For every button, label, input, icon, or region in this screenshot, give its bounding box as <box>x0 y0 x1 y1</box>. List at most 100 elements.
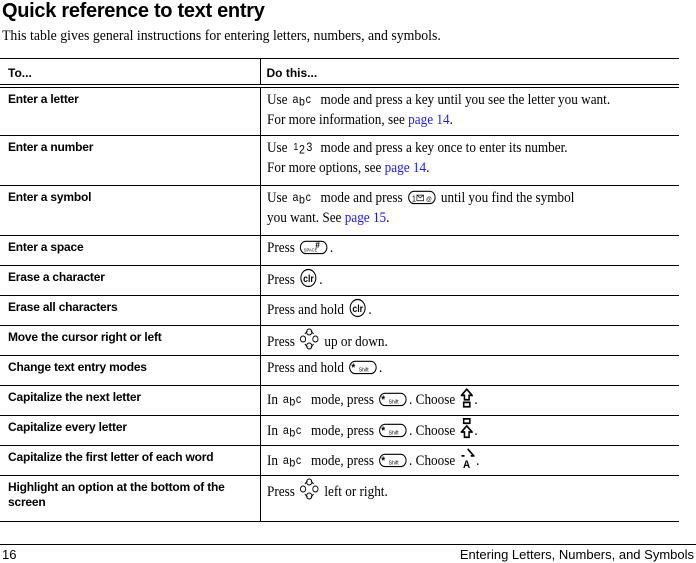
section-title: Entering Letters, Numbers, and Symbols <box>459 547 694 562</box>
punctuation: . <box>385 210 389 226</box>
123-mode-icon <box>292 140 315 156</box>
row-action: Capitalize every letter <box>0 415 260 446</box>
row-instruction: Use mode and press a key until you see t… <box>259 85 679 136</box>
quick-reference-table: To... Do this... Enter a letter Use mode… <box>0 58 679 522</box>
shift-key-icon <box>379 451 407 469</box>
shift-once-icon <box>460 388 472 408</box>
row-action: Enter a number <box>0 135 260 186</box>
space-key-icon <box>299 238 327 256</box>
instruction-text: Press <box>266 240 295 256</box>
punctuation: . <box>329 240 333 256</box>
nav-key-icon <box>299 478 318 500</box>
instruction-text: until you find the symbol <box>440 190 574 206</box>
table-row: Enter a symbol Use mode and press until … <box>0 185 679 236</box>
instruction-text: For more options, see <box>266 160 381 176</box>
abc-mode-icon <box>292 92 315 108</box>
page-14-link[interactable]: page 14 <box>408 112 449 128</box>
instruction-text: mode and press <box>320 190 403 206</box>
instruction-text: mode, press <box>310 453 374 469</box>
row-action: Move the cursor right or left <box>0 325 260 356</box>
row-action: Enter a letter <box>0 85 260 136</box>
row-action: Erase a character <box>0 265 260 296</box>
row-instruction: In mode, press . Choose . <box>259 445 679 476</box>
clr-key-icon <box>299 268 317 288</box>
row-instruction: In mode, press . Choose . <box>259 385 679 416</box>
nav-key-icon <box>299 328 318 350</box>
punctuation: . <box>475 453 479 469</box>
instruction-text: . Choose <box>408 423 455 439</box>
header-do: Do this... <box>259 58 679 88</box>
row-instruction: Use mode and press a key once to enter i… <box>259 135 679 186</box>
table-row: Change text entry modes Press and hold . <box>0 355 679 386</box>
table-row: Capitalize every letter In mode, press .… <box>0 415 679 446</box>
punctuation: . <box>473 423 478 439</box>
punctuation: . <box>449 111 453 128</box>
row-action: Capitalize the first letter of each word <box>0 445 260 476</box>
row-instruction: In mode, press . Choose . <box>259 415 679 446</box>
instruction-text: Press <box>266 334 295 350</box>
table-row: Erase a character Press . <box>0 265 679 296</box>
row-action: Change text entry modes <box>0 355 260 386</box>
row-action: Highlight an option at the bottom of the… <box>0 475 260 522</box>
page-number: 16 <box>2 547 17 562</box>
row-action: Capitalize the next letter <box>0 385 260 416</box>
row-instruction: Press . <box>259 235 679 266</box>
row-instruction: Press and hold . <box>259 295 679 326</box>
instruction-text: Use <box>266 190 288 206</box>
table-row: Erase all characters Press and hold . <box>0 295 679 326</box>
instruction-text: For more information, see <box>266 111 405 128</box>
caps-lock-icon <box>460 418 472 439</box>
punctuation: . <box>425 160 429 176</box>
shift-key-icon <box>349 358 377 376</box>
instruction-text: Press <box>266 272 295 288</box>
instruction-text: you want. See <box>266 210 341 226</box>
instruction-text: left or right. <box>323 484 388 500</box>
table-row: Highlight an option at the bottom of the… <box>0 475 679 522</box>
abc-mode-icon <box>283 453 306 469</box>
page-14-link[interactable]: page 14 <box>384 160 425 176</box>
punctuation: . <box>367 302 372 318</box>
table-row: Enter a letter Use mode and press a key … <box>0 85 679 136</box>
table-row: Move the cursor right or left Press up o… <box>0 325 679 356</box>
abc-mode-icon <box>283 392 306 408</box>
instruction-text: In <box>266 392 278 408</box>
punctuation: . <box>318 272 323 288</box>
instruction-text: Use <box>266 140 288 156</box>
shift-key-icon <box>379 390 407 408</box>
instruction-text: In <box>266 453 278 469</box>
abc-mode-icon <box>283 423 306 439</box>
instruction-text: . Choose <box>408 392 455 408</box>
row-instruction: Press . <box>259 265 679 296</box>
instruction-text: Press and hold <box>266 360 344 376</box>
table-row: Enter a number Use mode and press a key … <box>0 135 679 186</box>
clr-key-icon <box>349 298 367 318</box>
row-instruction: Use mode and press until you find the sy… <box>259 185 679 236</box>
instruction-text: up or down. <box>323 334 388 350</box>
instruction-text: mode, press <box>310 423 374 439</box>
shift-key-icon <box>379 421 407 439</box>
symbol-key-icon <box>407 188 435 206</box>
page-title: Quick reference to text entry <box>2 0 265 22</box>
table-row: Capitalize the next letter In mode, pres… <box>0 385 679 416</box>
row-action: Enter a symbol <box>0 185 260 236</box>
row-instruction: Press up or down. <box>259 325 679 356</box>
page-15-link[interactable]: page 15 <box>344 210 385 226</box>
footer-divider <box>0 544 696 545</box>
instruction-text: In <box>266 423 278 439</box>
instruction-text: mode and press a key until you see the l… <box>320 91 610 108</box>
instruction-text: Use <box>266 91 288 108</box>
punctuation: . <box>473 392 478 408</box>
punctuation: . <box>378 360 382 376</box>
instruction-text: mode, press <box>310 392 374 408</box>
table-row: Enter a space Press . <box>0 235 679 266</box>
table-header-row: To... Do this... <box>0 58 679 88</box>
table-row: Capitalize the first letter of each word… <box>0 445 679 476</box>
row-action: Enter a space <box>0 235 260 266</box>
row-action: Erase all characters <box>0 295 260 326</box>
instruction-text: mode and press a key once to enter its n… <box>320 140 568 156</box>
row-instruction: Press left or right. <box>259 475 679 522</box>
row-instruction: Press and hold . <box>259 355 679 386</box>
abc-mode-icon <box>292 190 315 206</box>
header-to: To... <box>0 58 260 88</box>
instruction-text: . Choose <box>408 453 455 469</box>
